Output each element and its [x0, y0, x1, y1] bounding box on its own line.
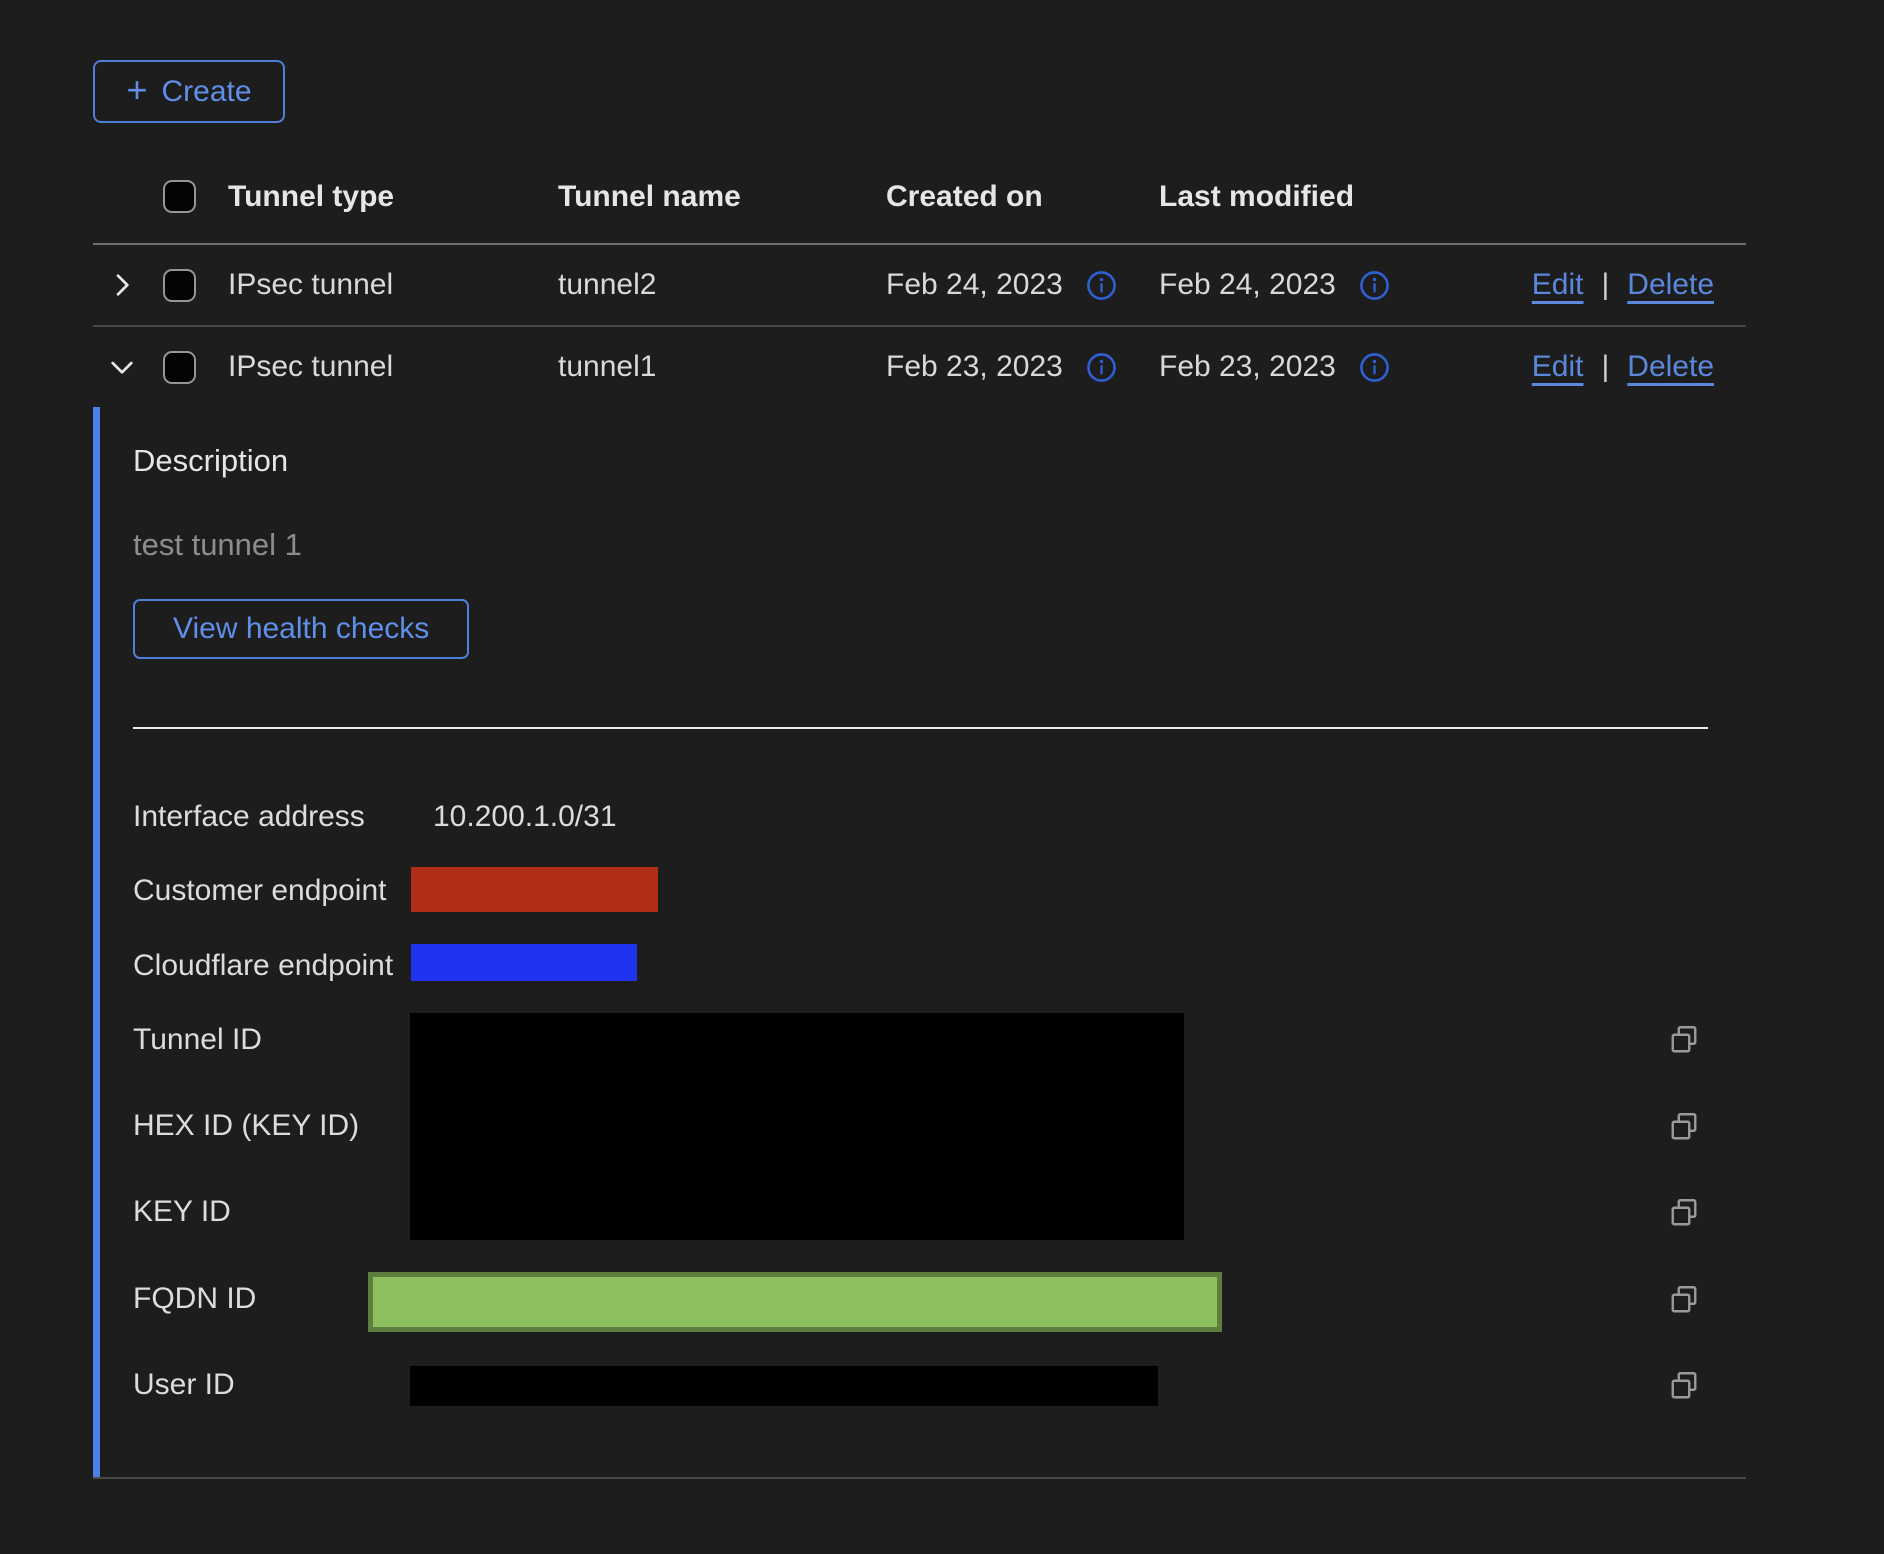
interface-address-label: Interface address — [133, 798, 365, 836]
customer-endpoint-label: Customer endpoint — [133, 872, 386, 910]
user-id-label: User ID — [133, 1366, 235, 1404]
tunnel-type-cell: IPsec tunnel — [228, 327, 393, 407]
copy-hex-id-button[interactable] — [1664, 1107, 1704, 1147]
tunnel-name-cell: tunnel2 — [558, 245, 656, 325]
select-all-checkbox[interactable] — [163, 180, 196, 213]
row-actions: Edit | Delete — [1532, 245, 1714, 325]
tunnel-name-cell: tunnel1 — [558, 327, 656, 407]
interface-address-value: 10.200.1.0/31 — [433, 798, 617, 836]
delete-link[interactable]: Delete — [1627, 268, 1714, 302]
row-checkbox-cell — [163, 327, 197, 407]
table-header-row: Tunnel type Tunnel name Created on Last … — [93, 150, 1746, 245]
copy-user-id-button[interactable] — [1664, 1366, 1704, 1406]
column-header-created-on: Created on — [886, 150, 1043, 243]
info-icon[interactable] — [1085, 351, 1118, 384]
copy-icon — [1666, 1368, 1702, 1404]
cloudflare-endpoint-redacted-value — [411, 944, 637, 981]
panel-bottom-divider — [93, 1477, 1746, 1479]
info-icon[interactable] — [1358, 269, 1391, 302]
info-icon[interactable] — [1085, 269, 1118, 302]
detail-divider — [133, 727, 1708, 729]
copy-icon — [1666, 1282, 1702, 1318]
created-on-cell: Feb 24, 2023 — [886, 245, 1118, 325]
column-header-tunnel-name: Tunnel name — [558, 150, 741, 243]
plus-icon: + — [126, 72, 147, 108]
tunnel-id-label: Tunnel ID — [133, 1021, 262, 1059]
row-checkbox[interactable] — [163, 351, 196, 384]
created-on-value: Feb 24, 2023 — [886, 268, 1063, 302]
customer-endpoint-redacted-value — [411, 867, 658, 912]
description-label: Description — [133, 443, 288, 479]
hex-id-label: HEX ID (KEY ID) — [133, 1107, 359, 1145]
created-on-value: Feb 23, 2023 — [886, 350, 1063, 384]
row-actions: Edit | Delete — [1532, 327, 1714, 407]
fqdn-id-redacted-value — [368, 1272, 1222, 1332]
tunnel-type-cell: IPsec tunnel — [228, 245, 393, 325]
tunnels-page: + Create Tunnel type Tunnel name Created… — [0, 0, 1884, 1554]
column-header-tunnel-type: Tunnel type — [228, 150, 394, 243]
cloudflare-endpoint-label: Cloudflare endpoint — [133, 947, 393, 985]
last-modified-cell: Feb 24, 2023 — [1159, 245, 1391, 325]
create-button[interactable]: + Create — [93, 60, 285, 123]
copy-fqdn-id-button[interactable] — [1664, 1280, 1704, 1320]
actions-separator: | — [1601, 350, 1609, 384]
last-modified-cell: Feb 23, 2023 — [1159, 327, 1391, 407]
chevron-right-icon — [106, 269, 138, 301]
expanded-row-accent-bar — [93, 407, 100, 1478]
table-row: IPsec tunnel tunnel1 Feb 23, 2023 Feb 23… — [93, 327, 1746, 407]
row-checkbox[interactable] — [163, 269, 196, 302]
table-row: IPsec tunnel tunnel2 Feb 24, 2023 Feb 24… — [93, 245, 1746, 327]
create-button-label: Create — [161, 75, 251, 109]
collapse-row-button[interactable] — [99, 327, 145, 407]
description-value: test tunnel 1 — [133, 527, 302, 563]
created-on-cell: Feb 23, 2023 — [886, 327, 1118, 407]
select-all-checkbox-cell — [163, 150, 197, 243]
copy-icon — [1666, 1109, 1702, 1145]
copy-icon — [1666, 1022, 1702, 1058]
edit-link[interactable]: Edit — [1532, 350, 1584, 384]
user-id-redacted-value — [410, 1366, 1158, 1406]
expand-row-button[interactable] — [99, 245, 145, 325]
column-header-last-modified: Last modified — [1159, 150, 1354, 243]
copy-key-id-button[interactable] — [1664, 1193, 1704, 1233]
key-id-label: KEY ID — [133, 1193, 231, 1231]
last-modified-value: Feb 24, 2023 — [1159, 268, 1336, 302]
edit-link[interactable]: Edit — [1532, 268, 1584, 302]
actions-separator: | — [1601, 268, 1609, 302]
tunnel-hex-key-id-redacted-value — [410, 1013, 1184, 1240]
chevron-down-icon — [106, 351, 138, 383]
last-modified-value: Feb 23, 2023 — [1159, 350, 1336, 384]
info-icon[interactable] — [1358, 351, 1391, 384]
fqdn-id-label: FQDN ID — [133, 1280, 256, 1318]
row-checkbox-cell — [163, 245, 197, 325]
delete-link[interactable]: Delete — [1627, 350, 1714, 384]
view-health-checks-button[interactable]: View health checks — [133, 599, 469, 659]
copy-tunnel-id-button[interactable] — [1664, 1020, 1704, 1060]
copy-icon — [1666, 1195, 1702, 1231]
